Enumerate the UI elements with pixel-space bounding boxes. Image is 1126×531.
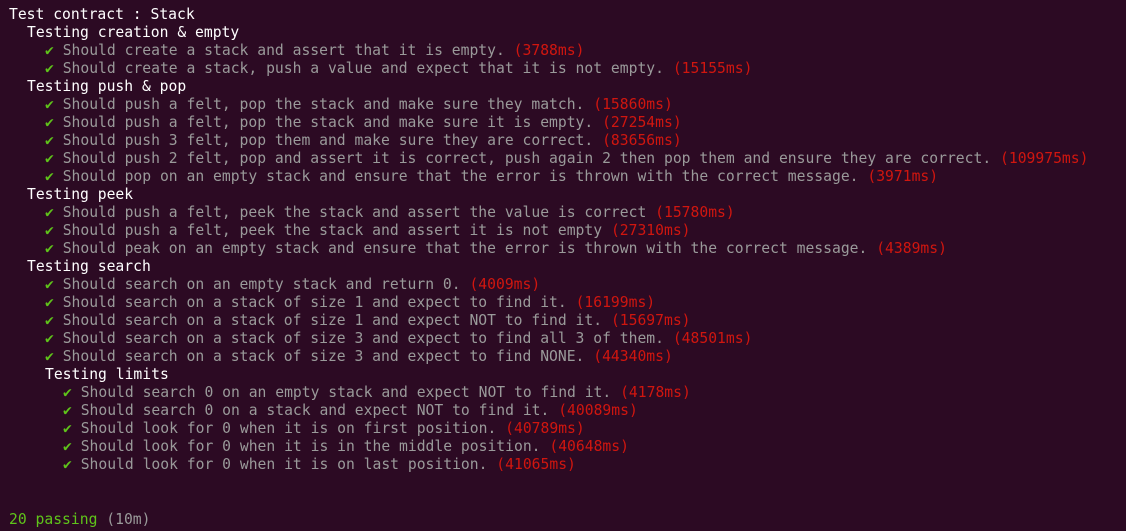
test-result-row: ✔ Should create a stack and assert that …	[0, 42, 1126, 60]
test-description: Should search on an empty stack and retu…	[62, 276, 461, 293]
check-icon: ✔	[45, 294, 54, 311]
test-result-row: ✔ Should search on an empty stack and re…	[0, 276, 1126, 294]
check-icon: ✔	[45, 204, 54, 221]
test-result-row: ✔ Should search 0 on a stack and expect …	[0, 402, 1126, 420]
suite-heading: Testing creation & empty	[27, 24, 240, 41]
check-icon: ✔	[45, 348, 54, 365]
test-result-row: ✔ Should look for 0 when it is on first …	[0, 420, 1126, 438]
test-description: Should search on a stack of size 3 and e…	[62, 330, 664, 347]
test-description: Should create a stack, push a value and …	[62, 60, 664, 77]
check-icon: ✔	[63, 438, 72, 455]
test-duration: (16199ms)	[575, 294, 656, 311]
test-result-row: ✔ Should search 0 on an empty stack and …	[0, 384, 1126, 402]
check-icon: ✔	[63, 456, 72, 473]
test-duration: (40089ms)	[558, 402, 638, 419]
test-duration: (40789ms)	[505, 420, 585, 437]
test-description: Should push a felt, peek the stack and a…	[62, 222, 603, 239]
check-icon: ✔	[63, 420, 72, 437]
check-icon: ✔	[63, 402, 72, 419]
test-duration: (15860ms)	[593, 96, 673, 113]
test-result-row: ✔ Should push a felt, pop the stack and …	[0, 96, 1126, 114]
suite-heading: Testing search	[27, 258, 151, 275]
test-description: Should create a stack and assert that it…	[62, 42, 505, 59]
test-description: Should push a felt, pop the stack and ma…	[62, 96, 585, 113]
check-icon: ✔	[45, 114, 54, 131]
test-description: Should look for 0 when it is in the midd…	[80, 438, 541, 455]
test-duration: (4389ms)	[876, 240, 947, 257]
test-duration: (4178ms)	[620, 384, 691, 401]
test-duration: (109975ms)	[1000, 150, 1089, 167]
test-duration: (15697ms)	[610, 312, 691, 329]
test-description: Should look for 0 when it is on last pos…	[80, 456, 488, 473]
test-description: Should search 0 on a stack and expect NO…	[80, 402, 550, 419]
test-result-row: ✔ Should peak on an empty stack and ensu…	[0, 240, 1126, 258]
test-duration: (3788ms)	[513, 42, 585, 59]
check-icon: ✔	[45, 42, 54, 59]
check-icon: ✔	[45, 60, 54, 77]
test-duration: (41065ms)	[496, 456, 576, 473]
test-description: Should look for 0 when it is on first po…	[80, 420, 497, 437]
test-duration: (48501ms)	[672, 330, 753, 347]
test-description: Should push a felt, peek the stack and a…	[62, 204, 647, 221]
test-result-row: ✔ Should pop on an empty stack and ensur…	[0, 168, 1126, 186]
check-icon: ✔	[45, 240, 54, 257]
test-duration: (27254ms)	[602, 114, 682, 131]
terminal-window[interactable]: Test contract : Stack Testing creation &…	[0, 0, 1126, 531]
test-result-row: ✔ Should create a stack, push a value an…	[0, 60, 1126, 78]
test-description: Should push 3 felt, pop them and make su…	[62, 132, 594, 149]
check-icon: ✔	[45, 312, 54, 329]
check-icon: ✔	[45, 330, 54, 347]
test-duration: (15780ms)	[655, 204, 735, 221]
test-description: Should search on a stack of size 1 and e…	[62, 312, 603, 329]
passing-count: 20 passing	[9, 511, 98, 528]
check-icon: ✔	[63, 384, 72, 401]
test-description: Should search on a stack of size 1 and e…	[62, 294, 567, 311]
test-result-row: ✔ Should push 3 felt, pop them and make …	[0, 132, 1126, 150]
check-icon: ✔	[45, 150, 54, 167]
check-icon: ✔	[45, 222, 54, 239]
test-result-row: ✔ Should push a felt, pop the stack and …	[0, 114, 1126, 132]
test-result-row: ✔ Should push a felt, peek the stack and…	[0, 204, 1126, 222]
check-icon: ✔	[45, 168, 54, 185]
suite-heading: Testing limits	[45, 366, 169, 383]
test-contract-title: Test contract : Stack	[9, 6, 195, 23]
test-description: Should search 0 on an empty stack and ex…	[80, 384, 612, 401]
test-description: Should pop on an empty stack and ensure …	[62, 168, 859, 185]
test-duration: (3971ms)	[867, 168, 939, 185]
test-summary: 20 passing (10m)	[9, 511, 151, 529]
elapsed-time: (10m)	[106, 511, 151, 528]
test-result-row: ✔ Should search on a stack of size 3 and…	[0, 330, 1126, 348]
test-result-row: ✔ Should push 2 felt, pop and assert it …	[0, 150, 1126, 168]
test-duration: (4009ms)	[469, 276, 541, 293]
check-icon: ✔	[45, 276, 54, 293]
test-description: Should search on a stack of size 3 and e…	[62, 348, 585, 365]
test-result-row: ✔ Should search on a stack of size 1 and…	[0, 312, 1126, 330]
test-suites: Testing creation & empty ✔ Should create …	[0, 24, 1126, 474]
test-result-row: ✔ Should push a felt, peek the stack and…	[0, 222, 1126, 240]
test-duration: (44340ms)	[593, 348, 673, 365]
test-result-row: ✔ Should look for 0 when it is on last p…	[0, 456, 1126, 474]
test-description: Should peak on an empty stack and ensure…	[62, 240, 868, 257]
test-duration: (40648ms)	[549, 438, 629, 455]
test-result-row: ✔ Should search on a stack of size 1 and…	[0, 294, 1126, 312]
test-duration: (27310ms)	[610, 222, 691, 239]
test-result-row: ✔ Should search on a stack of size 3 and…	[0, 348, 1126, 366]
test-description: Should push a felt, pop the stack and ma…	[62, 114, 594, 131]
test-duration: (83656ms)	[602, 132, 682, 149]
check-icon: ✔	[45, 96, 54, 113]
test-description: Should push 2 felt, pop and assert it is…	[62, 150, 992, 167]
suite-heading: Testing peek	[27, 186, 134, 203]
test-duration: (15155ms)	[672, 60, 753, 77]
check-icon: ✔	[45, 132, 54, 149]
suite-heading: Testing push & pop	[27, 78, 187, 95]
test-result-row: ✔ Should look for 0 when it is in the mi…	[0, 438, 1126, 456]
